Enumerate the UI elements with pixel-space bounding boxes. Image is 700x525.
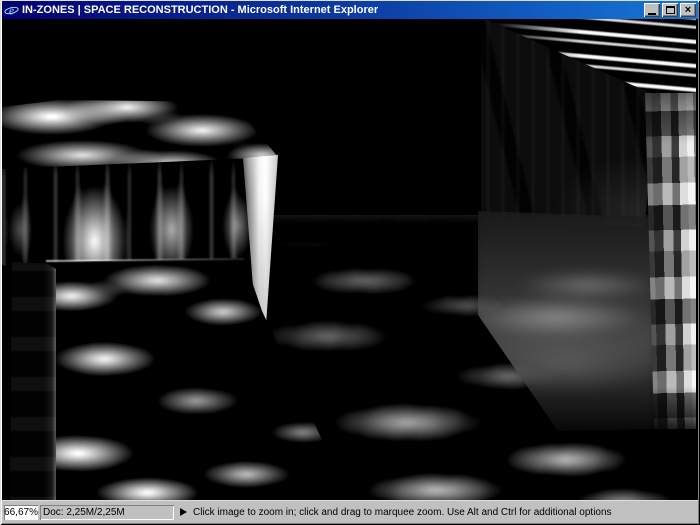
internet-explorer-icon: e <box>4 3 19 18</box>
minimize-button[interactable] <box>644 3 660 17</box>
minimize-icon <box>648 13 656 15</box>
window-controls: × <box>644 3 696 17</box>
svg-text:e: e <box>9 3 15 17</box>
doc-size-field: Doc: 2,25M/2,25M <box>40 505 174 520</box>
hint-marker-icon <box>180 508 187 516</box>
title-bar: e IN-ZONES | SPACE RECONSTRUCTION - Micr… <box>2 1 698 19</box>
maximize-button[interactable] <box>662 3 678 17</box>
close-icon: × <box>685 4 691 16</box>
zoom-level-field[interactable]: 66,67% <box>4 505 38 520</box>
image-viewport[interactable] <box>2 19 698 500</box>
window-title: IN-ZONES | SPACE RECONSTRUCTION - Micros… <box>22 1 641 19</box>
close-button[interactable]: × <box>680 3 696 17</box>
browser-window: e IN-ZONES | SPACE RECONSTRUCTION - Micr… <box>0 0 700 525</box>
status-bar: 66,67% Doc: 2,25M/2,25M Click image to z… <box>2 500 698 523</box>
status-message: Click image to zoom in; click and drag t… <box>180 507 696 518</box>
maximize-icon <box>666 6 675 14</box>
hint-text: Click image to zoom in; click and drag t… <box>193 507 612 518</box>
